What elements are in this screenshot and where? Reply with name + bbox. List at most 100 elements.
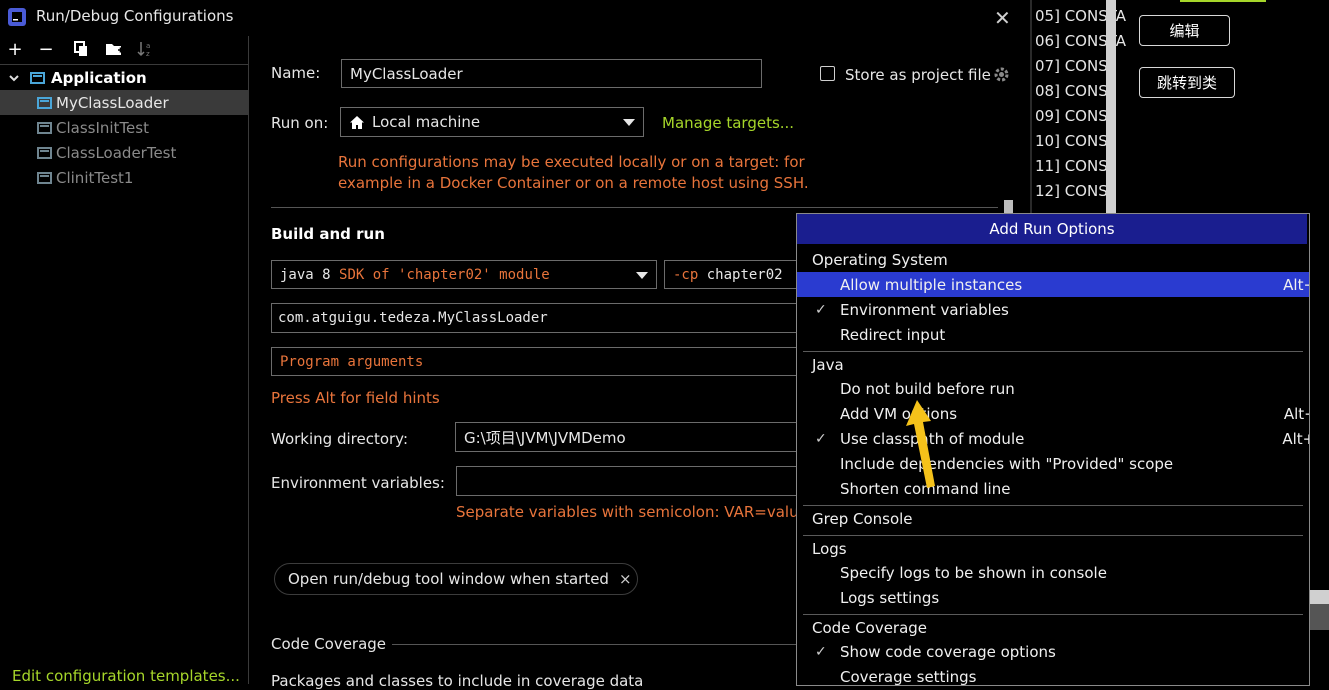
- option-label: Logs settings: [840, 588, 940, 607]
- remove-configuration-icon[interactable]: −: [35, 38, 57, 60]
- new-folder-icon[interactable]: [103, 38, 125, 60]
- const-line: 10] CONS: [1035, 132, 1108, 150]
- classpath-dropdown[interactable]: -cp chapter02: [664, 260, 798, 289]
- tree-item-clinittest1[interactable]: ClinitTest1: [0, 165, 248, 190]
- option-shortcut: Alt+V: [1283, 404, 1309, 423]
- name-field[interactable]: MyClassLoader: [341, 59, 762, 88]
- option-use-classpath-of-module[interactable]: ✓ Use classpath of module Alt+O: [797, 426, 1309, 451]
- list-scrollbar[interactable]: [1106, 0, 1116, 214]
- edit-button[interactable]: 编辑: [1139, 15, 1230, 46]
- section-divider: [392, 644, 798, 645]
- main-class-value: com.atguigu.tedeza.MyClassLoader: [278, 310, 548, 326]
- run-on-dropdown[interactable]: Local machine: [340, 107, 644, 137]
- name-label: Name:: [271, 64, 321, 82]
- sort-icon[interactable]: az: [134, 38, 156, 60]
- chevron-down-icon[interactable]: [8, 72, 20, 84]
- scrollbar-fragment: [1309, 590, 1329, 604]
- add-configuration-icon[interactable]: +: [4, 38, 26, 60]
- program-arguments-placeholder: Program arguments: [280, 353, 424, 370]
- tree-item-label: ClinitTest1: [56, 168, 134, 187]
- application-icon: [37, 121, 52, 134]
- option-label: Show code coverage options: [840, 642, 1056, 661]
- option-label: Allow multiple instances: [840, 275, 1023, 294]
- checkmark-icon: ✓: [815, 643, 827, 660]
- option-logs-settings[interactable]: Logs settings: [797, 585, 1309, 610]
- working-directory-field[interactable]: G:\项目\JVM\JVMDemo: [455, 422, 798, 452]
- title-bar: Run/Debug Configurations ✕: [0, 0, 1030, 36]
- tree-item-label: MyClassLoader: [56, 93, 169, 112]
- option-shorten-command-line[interactable]: Shorten command line: [797, 476, 1309, 501]
- option-show-code-coverage[interactable]: ✓ Show code coverage options: [797, 639, 1309, 664]
- option-environment-variables[interactable]: ✓ Environment variables: [797, 297, 1309, 322]
- option-include-provided-dependencies[interactable]: Include dependencies with "Provided" sco…: [797, 451, 1309, 476]
- edit-configuration-templates-link[interactable]: Edit configuration templates...: [12, 667, 240, 685]
- tree-item-classinittest[interactable]: ClassInitTest: [0, 115, 248, 140]
- environment-variables-field[interactable]: [456, 466, 798, 496]
- option-specify-logs[interactable]: Specify logs to be shown in console: [797, 560, 1309, 585]
- section-code-coverage: Code Coverage: [812, 618, 928, 637]
- option-shortcut: Alt+U: [1283, 275, 1309, 294]
- chip-label: Open run/debug tool window when started: [288, 570, 609, 588]
- option-do-not-build[interactable]: Do not build before run: [797, 376, 1309, 401]
- close-icon[interactable]: ×: [619, 570, 632, 588]
- tree-root-label: Application: [51, 68, 147, 87]
- run-on-value: Local machine: [372, 113, 481, 131]
- copy-icon[interactable]: [70, 38, 92, 60]
- const-line: 11] CONS: [1035, 157, 1108, 175]
- form-scrollbar-thumb[interactable]: [1004, 200, 1013, 214]
- home-icon: [350, 115, 364, 129]
- window-title: Run/Debug Configurations: [36, 7, 234, 25]
- run-on-label: Run on:: [271, 114, 329, 132]
- working-directory-label: Working directory:: [271, 430, 409, 448]
- link-underline: [1180, 0, 1266, 2]
- manage-targets-link[interactable]: Manage targets...: [662, 114, 794, 132]
- environment-variables-hint: Separate variables with semicolon: VAR=v…: [456, 503, 813, 521]
- store-as-project-checkbox[interactable]: [820, 66, 835, 81]
- svg-text:a: a: [146, 42, 150, 50]
- tree-item-label: ClassInitTest: [56, 118, 149, 137]
- close-icon[interactable]: ✕: [994, 6, 1011, 30]
- gear-icon[interactable]: [993, 66, 1010, 83]
- cp-value: chapter02: [706, 266, 783, 283]
- build-and-run-heading: Build and run: [271, 225, 385, 243]
- application-icon: [37, 96, 52, 109]
- open-tool-window-chip[interactable]: Open run/debug tool window when started …: [274, 563, 638, 595]
- application-icon: [37, 146, 52, 159]
- option-coverage-settings[interactable]: Coverage settings: [797, 664, 1309, 686]
- sidebar-toolbar: + − az: [0, 36, 248, 65]
- sdk-version: java 8: [280, 266, 331, 283]
- packages-label: Packages and classes to include in cover…: [271, 672, 644, 690]
- option-add-vm-options[interactable]: Add VM options Alt+V: [797, 401, 1309, 426]
- section-divider: [271, 207, 998, 208]
- scrollbar-fragment: [1309, 604, 1329, 630]
- jump-to-class-button[interactable]: 跳转到类: [1139, 67, 1235, 98]
- section-operating-system: Operating System: [812, 250, 948, 269]
- cp-flag: -cp: [673, 266, 699, 283]
- tree-item-myclassloader[interactable]: MyClassLoader: [0, 90, 248, 115]
- option-allow-multiple-instances[interactable]: Allow multiple instances Alt+U: [797, 272, 1309, 297]
- section-grep-console[interactable]: Grep Console: [797, 506, 1309, 531]
- tree-root-application[interactable]: Application: [0, 65, 248, 90]
- store-as-project-label: Store as project file: [845, 66, 991, 84]
- sdk-dropdown[interactable]: java 8 SDK of 'chapter02' module: [271, 260, 657, 289]
- environment-variables-label: Environment variables:: [271, 474, 445, 492]
- const-line: 08] CONS: [1035, 82, 1108, 100]
- tree-item-label: ClassLoaderTest: [56, 143, 177, 162]
- program-arguments-field[interactable]: Program arguments: [271, 347, 798, 376]
- application-icon: [30, 71, 45, 84]
- main-class-field[interactable]: com.atguigu.tedeza.MyClassLoader: [271, 303, 798, 333]
- run-on-hint-line1: Run configurations may be executed local…: [338, 153, 805, 171]
- option-shortcut: Alt+O: [1282, 429, 1309, 448]
- option-label: Do not build before run: [840, 379, 1015, 398]
- code-coverage-heading: Code Coverage: [271, 635, 387, 653]
- tree-item-classloadertest[interactable]: ClassLoaderTest: [0, 140, 248, 165]
- option-label: Coverage settings: [840, 667, 977, 686]
- configurations-sidebar: + − az Application MyClassLoader ClassIn…: [0, 36, 249, 685]
- option-redirect-input[interactable]: Redirect input: [797, 322, 1309, 347]
- working-directory-value: G:\项目\JVM\JVMDemo: [464, 428, 626, 447]
- sdk-module: SDK of 'chapter02' module: [339, 266, 550, 283]
- option-label: Specify logs to be shown in console: [840, 563, 1107, 582]
- checkmark-icon: ✓: [815, 430, 827, 447]
- alt-hint: Press Alt for field hints: [271, 389, 440, 407]
- svg-text:z: z: [146, 50, 150, 58]
